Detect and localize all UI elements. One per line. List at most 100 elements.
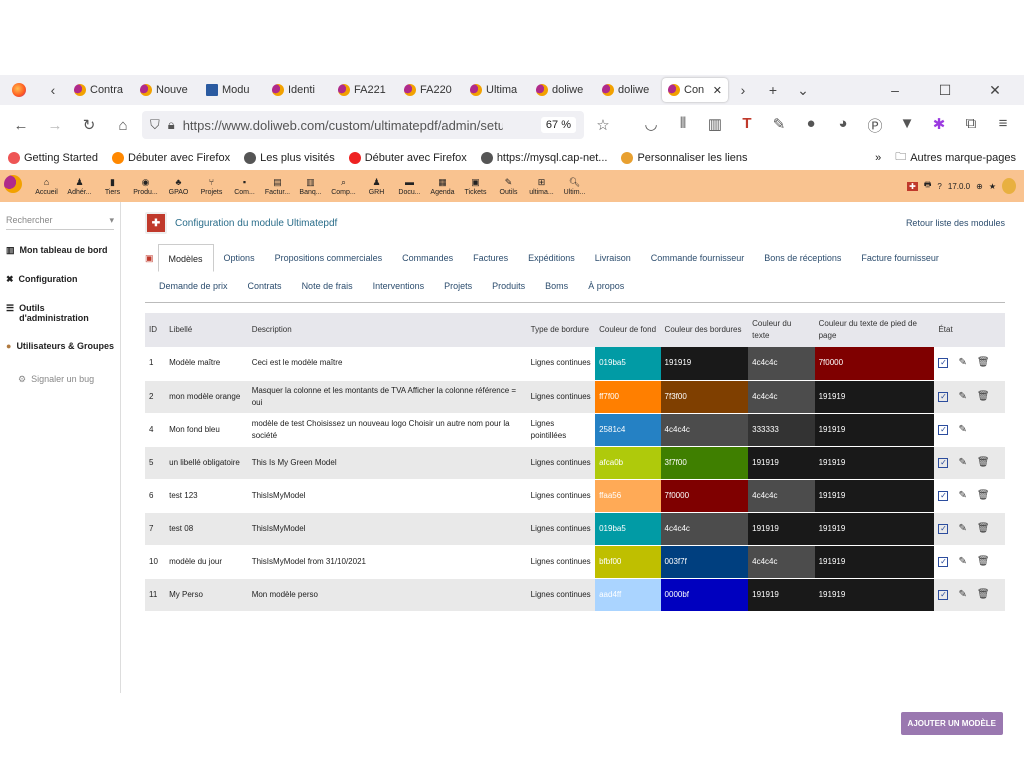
maximize-icon[interactable]: ☐ <box>930 82 960 99</box>
bookmark-item[interactable]: Débuter avec Firefox <box>112 151 230 164</box>
status-enabled-icon[interactable]: ✓ <box>938 490 949 501</box>
extension-v-icon[interactable]: ▼ <box>892 115 922 136</box>
top-menu-item[interactable]: ♟ GRH <box>360 177 393 196</box>
browser-tab[interactable]: FA221 <box>332 78 398 102</box>
browser-tab[interactable]: Con ✕ <box>662 78 728 102</box>
config-tab[interactable]: Facture fournisseur <box>851 253 949 263</box>
edit-icon[interactable]: ✎ <box>958 357 966 369</box>
back-icon[interactable]: ← <box>6 117 36 134</box>
sidebar-item-dashboard[interactable]: ▥ Mon tableau de bord <box>0 236 120 265</box>
menu-icon[interactable]: ≡ <box>988 115 1018 136</box>
extension-p-icon[interactable]: Ⓟ <box>860 115 890 136</box>
top-menu-item[interactable]: ▥ Banq... <box>294 177 327 196</box>
tab-list-icon[interactable]: ⌄ <box>788 82 818 99</box>
top-menu-item[interactable]: ▬ Docu... <box>393 177 426 196</box>
config-tab[interactable]: Modèles <box>157 244 214 272</box>
edit-icon[interactable]: ✎ <box>958 523 966 535</box>
browser-tab[interactable]: Modu <box>200 78 266 102</box>
config-tab[interactable]: Commandes <box>392 253 463 263</box>
config-tab[interactable]: Livraison <box>585 253 641 263</box>
tabs-forward-icon[interactable]: › <box>728 82 758 98</box>
add-model-button[interactable]: AJOUTER UN MODÈLE <box>900 712 1003 735</box>
print-icon[interactable]: 🖶︎ <box>924 179 932 193</box>
top-menu-item[interactable]: ♟ Adhér... <box>63 177 96 196</box>
adblock-icon[interactable]: ● <box>796 115 826 136</box>
delete-icon[interactable]: 🗑︎ <box>977 589 990 601</box>
config-tab[interactable]: Produits <box>482 281 535 291</box>
top-menu-item[interactable]: ▣ Tickets <box>459 177 492 196</box>
edit-icon[interactable]: ✎ <box>958 589 966 601</box>
home-icon[interactable]: ⌂ <box>108 117 138 134</box>
help-icon[interactable]: ? <box>937 182 941 191</box>
delete-icon[interactable]: 🗑︎ <box>977 357 990 369</box>
bookmark-item[interactable]: https://mysql.cap-net... <box>480 151 607 164</box>
flag-icon[interactable]: ✚ <box>907 181 918 191</box>
sidebar-item-admin-tools[interactable]: ☰ Outils d'administration <box>0 294 120 332</box>
bookmark-star-icon[interactable]: ☆ <box>588 116 618 134</box>
config-tab[interactable]: Bons de réceptions <box>754 253 851 263</box>
delete-icon[interactable]: 🗑︎ <box>977 523 990 535</box>
delete-icon[interactable]: 🗑︎ <box>977 457 990 469</box>
config-tab[interactable]: Commande fournisseur <box>641 253 755 263</box>
edit-icon[interactable]: ✎ <box>958 424 966 436</box>
other-bookmarks[interactable]: » 🗀︎ Autres marque-pages <box>875 148 1016 167</box>
edit-icon[interactable]: ✎ <box>958 490 966 502</box>
edit-icon[interactable]: ✎ <box>958 556 966 568</box>
top-menu-item[interactable]: ⑂ Projets <box>195 177 228 196</box>
config-tab[interactable]: À propos <box>578 281 634 291</box>
top-menu-item[interactable]: 🔍︎ Ultim... <box>558 177 591 196</box>
library-icon[interactable]: ⫴ <box>668 115 698 136</box>
firefox-icon[interactable] <box>0 83 38 97</box>
sidebar-item-configuration[interactable]: ✖ Configuration <box>0 265 120 294</box>
back-to-modules-link[interactable]: Retour liste des modules <box>906 218 1005 228</box>
bookmark-item[interactable]: Personnaliser les liens <box>621 151 748 164</box>
extension-icon[interactable]: ◕ <box>828 115 858 136</box>
top-menu-item[interactable]: ▦ Agenda <box>426 177 459 196</box>
config-tab[interactable]: Options <box>214 253 265 263</box>
config-tab[interactable]: Projets <box>434 281 482 291</box>
search-input[interactable]: Rechercher ▾ <box>6 215 114 230</box>
close-tab-icon[interactable]: ✕ <box>713 84 722 97</box>
browser-tab[interactable]: Nouve <box>134 78 200 102</box>
top-menu-item[interactable]: ▪ Com... <box>228 177 261 196</box>
delete-icon[interactable]: 🗑︎ <box>977 490 990 502</box>
status-enabled-icon[interactable]: ✓ <box>938 556 949 567</box>
add-icon[interactable]: ⊕ <box>976 182 983 191</box>
status-enabled-icon[interactable]: ✓ <box>938 589 949 600</box>
url-bar[interactable]: ⛉ 🔒︎ https://www.doliweb.com/custom/ulti… <box>142 111 584 139</box>
top-menu-item[interactable]: ✎ Outils <box>492 177 525 196</box>
zoom-level[interactable]: 67 % <box>540 117 576 133</box>
browser-tab[interactable]: doliwe <box>530 78 596 102</box>
status-enabled-icon[interactable]: ✓ <box>938 424 949 435</box>
user-avatar[interactable] <box>1002 178 1016 194</box>
reload-icon[interactable]: ↻ <box>74 116 104 134</box>
top-menu-item[interactable]: ▮ Tiers <box>96 177 129 196</box>
browser-tab[interactable]: Contra <box>68 78 134 102</box>
edit-icon[interactable]: ✎ <box>958 391 966 403</box>
dolibarr-logo[interactable] <box>4 175 30 197</box>
minimize-icon[interactable]: – <box>880 82 910 99</box>
status-enabled-icon[interactable]: ✓ <box>938 391 949 402</box>
delete-icon[interactable]: 🗑︎ <box>977 391 990 403</box>
config-tab[interactable]: Note de frais <box>292 281 363 291</box>
forward-icon[interactable]: → <box>40 117 70 134</box>
bookmark-item[interactable]: Débuter avec Firefox <box>348 151 467 164</box>
report-bug-link[interactable]: ⚙ Signaler un bug <box>0 360 120 399</box>
config-tab[interactable]: Contrats <box>238 281 292 291</box>
bookmark-item[interactable]: Les plus visités <box>244 151 335 164</box>
eyedropper-icon[interactable]: ✎ <box>764 115 794 136</box>
tab-list-back-icon[interactable]: ‹ <box>38 82 68 98</box>
more-icon[interactable]: » <box>875 152 881 164</box>
top-menu-item[interactable]: ⌕ Comp... <box>327 177 360 196</box>
extension-purple-icon[interactable]: ✱ <box>924 115 954 136</box>
extension-t-icon[interactable]: T <box>732 115 762 136</box>
top-menu-item[interactable]: ◉ Produ... <box>129 177 162 196</box>
browser-tab[interactable]: Identi <box>266 78 332 102</box>
status-enabled-icon[interactable]: ✓ <box>938 523 949 534</box>
edit-icon[interactable]: ✎ <box>958 457 966 469</box>
sidebar-item-users[interactable]: ● Utilisateurs & Groupes <box>0 332 120 360</box>
browser-tab[interactable]: doliwe <box>596 78 662 102</box>
config-tab[interactable]: Factures <box>463 253 518 263</box>
pocket-icon[interactable]: ◡ <box>636 115 666 136</box>
status-enabled-icon[interactable]: ✓ <box>938 358 949 369</box>
